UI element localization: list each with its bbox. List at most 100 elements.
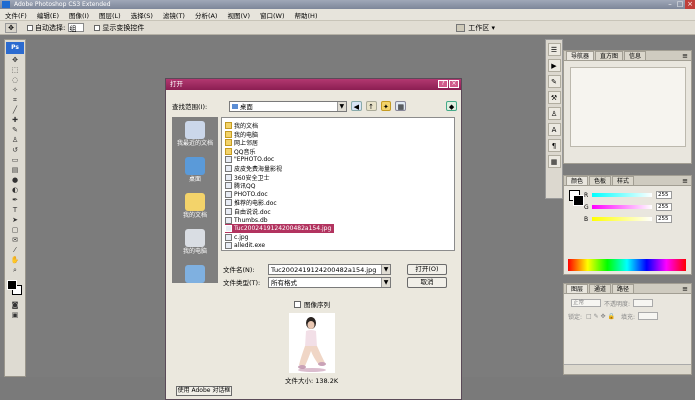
menu-select[interactable]: 选择(S) [126, 10, 158, 20]
color-spectrum-ramp[interactable] [568, 259, 686, 271]
slice-tool-icon[interactable]: ╱ [7, 106, 23, 115]
move-tool-preset-icon[interactable]: ✥ [5, 22, 17, 33]
gradient-tool-icon[interactable]: ▤ [7, 166, 23, 175]
brushes-panel-icon[interactable]: ✎ [547, 75, 561, 88]
dodge-tool-icon[interactable]: ◐ [7, 186, 23, 195]
clone-stamp-tool-icon[interactable]: ♙ [7, 136, 23, 145]
chevron-down-icon[interactable]: ▼ [336, 101, 346, 111]
panel-menu-icon[interactable]: ≡ [682, 285, 688, 293]
menu-file[interactable]: 文件(F) [0, 10, 32, 20]
green-value[interactable]: 255 [656, 203, 672, 211]
shape-tool-icon[interactable]: ▢ [7, 226, 23, 235]
clone-source-panel-icon[interactable]: ♙ [547, 107, 561, 120]
new-folder-icon[interactable]: ✦ [380, 101, 392, 111]
tab-channels[interactable]: 通道 [589, 284, 612, 293]
place-my-documents[interactable]: 我的文档 [172, 189, 218, 225]
place-desktop[interactable]: 桌面 [172, 153, 218, 189]
blend-mode-select[interactable]: 正常 [571, 299, 601, 307]
dialog-close-button[interactable]: × [449, 80, 459, 88]
screen-mode-icon[interactable]: ▣ [7, 311, 23, 320]
blur-tool-icon[interactable]: ● [7, 176, 23, 185]
menu-help[interactable]: 帮助(H) [290, 10, 323, 20]
view-menu-icon[interactable]: ▦ [395, 101, 407, 111]
filename-input[interactable]: Tuc2002419124200482a154.jpg ▼ [268, 263, 391, 275]
chevron-down-icon[interactable]: ▼ [381, 277, 390, 287]
red-value[interactable]: 255 [656, 191, 672, 199]
tool-presets-panel-icon[interactable]: ⚒ [547, 91, 561, 104]
auto-select-dropdown[interactable]: 组 [68, 23, 85, 33]
workspace-button[interactable]: 工作区 ▾ [456, 23, 495, 33]
menu-filter[interactable]: 滤镜(T) [158, 10, 190, 20]
minimize-button[interactable]: – [665, 0, 675, 9]
open-button[interactable]: 打开(O) [407, 263, 447, 275]
up-folder-icon[interactable]: ↑ [365, 101, 377, 111]
menu-window[interactable]: 窗口(W) [255, 10, 290, 20]
menu-analysis[interactable]: 分析(A) [190, 10, 223, 20]
color-panel-bg-swatch[interactable] [573, 195, 584, 206]
tab-layers[interactable]: 图层 [566, 284, 589, 293]
type-tool-icon[interactable]: T [7, 206, 23, 215]
chevron-down-icon[interactable]: ▼ [381, 264, 390, 274]
tab-paths[interactable]: 路径 [612, 284, 635, 293]
tab-info[interactable]: 信息 [624, 51, 647, 60]
paragraph-panel-icon[interactable]: ¶ [547, 139, 561, 152]
cancel-button[interactable]: 取消 [407, 276, 447, 288]
back-icon[interactable]: ◀ [350, 101, 362, 111]
tab-swatches[interactable]: 色板 [589, 176, 612, 185]
use-adobe-dialog-button[interactable]: 使用 Adobe 对话框 [176, 386, 232, 396]
filetype-dropdown[interactable]: 所有格式 ▼ [268, 276, 391, 288]
menu-view[interactable]: 视图(V) [222, 10, 255, 20]
marquee-tool-icon[interactable]: ⬚ [7, 66, 23, 75]
lock-icons[interactable]: □ ✎ ✥ 🔒 [586, 313, 615, 320]
red-slider-track[interactable] [592, 193, 652, 197]
menu-edit[interactable]: 编辑(E) [32, 10, 64, 20]
brush-tool-icon[interactable]: ✎ [7, 126, 23, 135]
magic-wand-tool-icon[interactable]: ✧ [7, 86, 23, 95]
quick-mask-icon[interactable]: ◙ [7, 301, 23, 310]
menu-image[interactable]: 图像(I) [64, 10, 94, 20]
lasso-tool-icon[interactable]: ◌ [7, 76, 23, 85]
tab-styles[interactable]: 样式 [612, 176, 635, 185]
fill-field[interactable] [637, 312, 658, 320]
move-tool-icon[interactable]: ✥ [7, 56, 23, 65]
tab-histogram[interactable]: 直方图 [595, 51, 624, 60]
image-sequence-checkbox[interactable] [294, 300, 301, 308]
pen-tool-icon[interactable]: ✒ [7, 196, 23, 205]
tab-navigator[interactable]: 导航器 [566, 51, 595, 60]
tab-color[interactable]: 颜色 [566, 176, 589, 185]
red-slider[interactable]: R 255 [584, 190, 690, 200]
layer-comps-panel-icon[interactable]: ▦ [547, 155, 561, 168]
crop-tool-icon[interactable]: ⌗ [7, 96, 23, 105]
panel-menu-icon[interactable]: ≡ [682, 177, 688, 185]
menu-layer[interactable]: 图层(L) [94, 10, 126, 20]
blue-slider[interactable]: B 255 [584, 214, 690, 224]
place-recent-documents[interactable]: 我最近的文档 [172, 117, 218, 153]
eyedropper-tool-icon[interactable]: ⁄ [7, 246, 23, 255]
auto-select-checkbox[interactable] [27, 24, 33, 31]
foreground-color-swatch[interactable] [7, 280, 17, 290]
green-slider[interactable]: G 255 [584, 202, 690, 212]
history-brush-tool-icon[interactable]: ↺ [7, 146, 23, 155]
notes-tool-icon[interactable]: ✉ [7, 236, 23, 245]
adobe-bridge-icon[interactable]: ◆ [446, 101, 457, 111]
path-selection-tool-icon[interactable]: ➤ [7, 216, 23, 225]
actions-panel-icon[interactable]: ▶ [547, 59, 561, 72]
character-panel-icon[interactable]: A [547, 123, 561, 136]
blue-value[interactable]: 255 [656, 215, 672, 223]
place-my-computer[interactable]: 我的电脑 [172, 225, 218, 261]
show-transform-checkbox[interactable] [94, 24, 101, 31]
zoom-tool-icon[interactable]: ⌕ [7, 266, 23, 275]
eraser-tool-icon[interactable]: ▭ [7, 156, 23, 165]
panel-menu-icon[interactable]: ≡ [682, 52, 688, 60]
close-button[interactable]: × [685, 0, 695, 9]
look-in-dropdown[interactable]: 桌面 ▼ [228, 100, 347, 112]
color-swatches[interactable] [6, 279, 24, 297]
hand-tool-icon[interactable]: ✋ [7, 256, 23, 265]
file-item[interactable]: alledit.exe [225, 241, 265, 250]
maximize-button[interactable]: □ [675, 0, 685, 9]
blue-slider-track[interactable] [592, 217, 652, 221]
healing-brush-tool-icon[interactable]: ✚ [7, 116, 23, 125]
history-panel-icon[interactable]: ☰ [547, 43, 561, 56]
green-slider-track[interactable] [592, 205, 652, 209]
opacity-field[interactable] [633, 299, 654, 307]
